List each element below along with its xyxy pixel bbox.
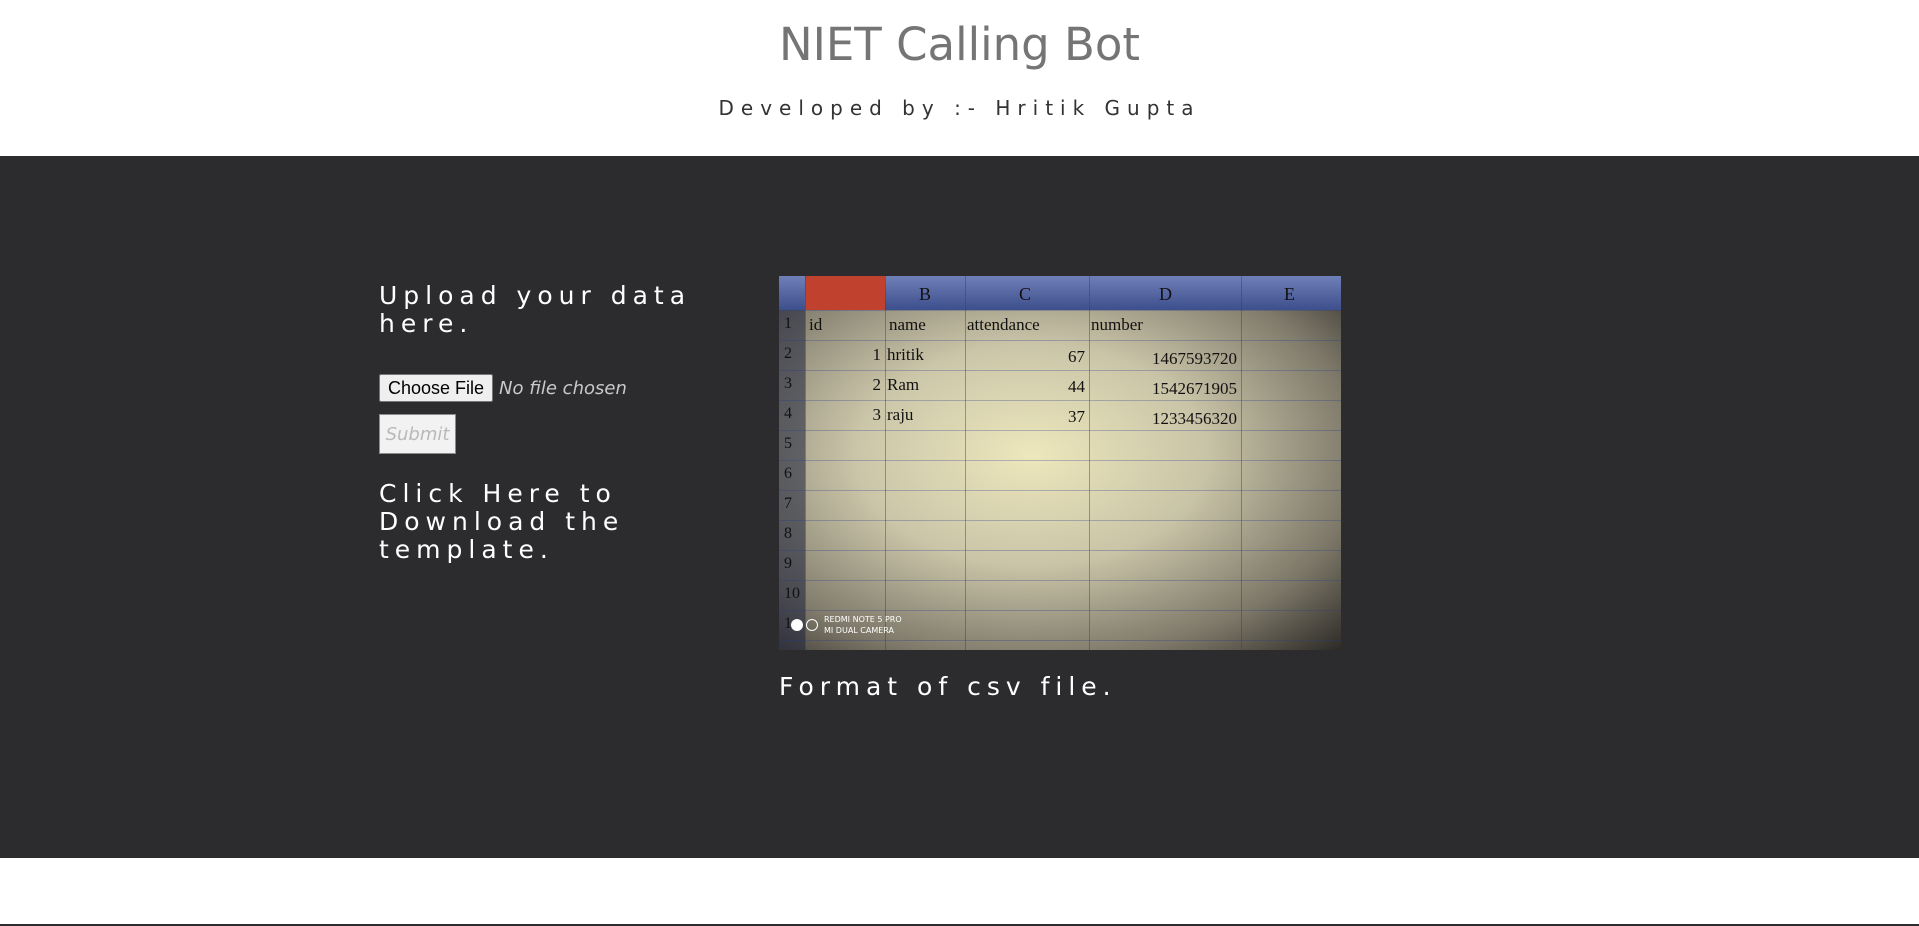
row-number: 2 [784,345,792,362]
grid-row-line [779,520,1341,521]
row-number: 10 [784,585,800,602]
row-number: 5 [784,435,792,452]
sheet-cell: 1 [872,345,882,364]
grid-row-line [779,640,1341,641]
column-letter: B [919,284,932,304]
column-letter: C [1019,284,1032,304]
file-input[interactable]: Choose File No file chosen [379,374,739,402]
grid-row-line [779,370,1341,371]
row-number: 7 [784,495,792,512]
row-number: 9 [784,555,792,572]
watermark-text: REDMI NOTE 5 PRO MI DUAL CAMERA [824,614,902,636]
file-status-text: No file chosen [499,377,627,399]
submit-button[interactable]: Submit [379,414,456,454]
grid-column-line [885,276,886,650]
sheet-cell: 1542671905 [1152,379,1237,398]
column-letter: D [1159,284,1172,304]
grid-row-line [779,610,1341,611]
sheet-cell: 37 [1068,407,1085,426]
row-number: 8 [784,525,792,542]
sheet-cell: 67 [1068,347,1085,366]
row-number: 1 [784,315,792,332]
sheet-cell: id [809,315,823,334]
grid-column-line [805,276,806,650]
upload-panel: Upload your data here. Choose File No fi… [379,282,739,564]
grid-row-line [779,460,1341,461]
image-caption: Format of csv file. [779,672,1117,701]
column-a-highlight [805,276,885,310]
page-header: NIET Calling Bot Developed by :- Hritik … [0,0,1919,156]
grid-row-line [779,490,1341,491]
camera-watermark: REDMI NOTE 5 PRO MI DUAL CAMERA [791,614,902,636]
sheet-cell: attendance [967,315,1040,334]
sheet-cell: 1467593720 [1152,349,1237,368]
site-title: NIET Calling Bot [778,18,1141,71]
grid-row-line [779,430,1341,431]
watermark-line-2: MI DUAL CAMERA [824,626,895,635]
grid-column-line [1241,276,1242,650]
row-number: 4 [784,405,792,422]
grid-row-line [779,340,1341,341]
sheet-cell: Ram [887,375,920,394]
sheet-cell: 3 [872,405,882,424]
sheet-cell: hritik [887,345,924,364]
sheet-cell: number [1091,315,1143,334]
main-section: Upload your data here. Choose File No fi… [0,156,1919,858]
grid-row-line [779,550,1341,551]
watermark-dot-icon [791,619,803,631]
row-number: 3 [784,375,792,392]
grid-row-line [779,580,1341,581]
sheet-cell: 1233456320 [1152,409,1237,428]
watermark-line-1: REDMI NOTE 5 PRO [824,615,902,624]
developer-credit: Developed by :- Hritik Gupta [718,96,1201,120]
watermark-ring-icon [806,619,818,631]
upload-heading: Upload your data here. [379,281,692,338]
choose-file-button[interactable]: Choose File [379,374,494,402]
row-number: 6 [784,465,792,482]
grid-row-line [779,310,1341,311]
sheet-cell: raju [887,405,914,424]
grid-column-line [965,276,966,650]
row-number: 1 [784,615,792,632]
sheet-cell: name [889,315,926,334]
grid-column-line [1089,276,1090,650]
download-template-link[interactable]: Click Here to Download the template. [379,480,709,564]
csv-format-image: ABCDE REDMI NOTE 5 PRO MI DUAL CAMERA 12… [779,276,1341,650]
grid-row-line [779,400,1341,401]
sheet-cell: 44 [1068,377,1085,396]
sheet-cell: 2 [872,375,882,394]
column-letter: E [1284,284,1295,304]
